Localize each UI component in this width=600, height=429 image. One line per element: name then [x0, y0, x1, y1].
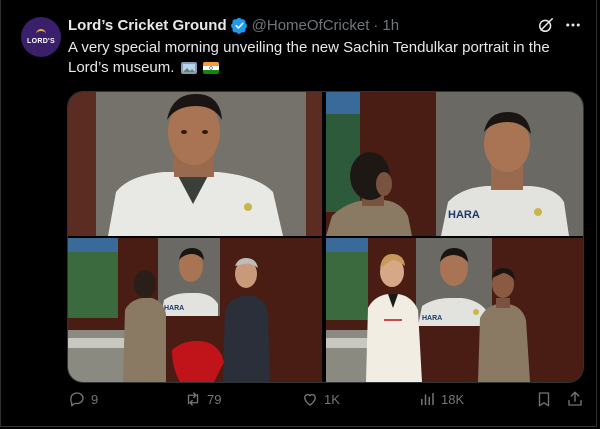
share-icon	[568, 391, 582, 406]
heart-icon	[304, 393, 316, 406]
bookmark-icon	[538, 392, 550, 407]
tweet-body: A very special morning unveiling the new…	[68, 39, 550, 76]
reply-button[interactable]: 9	[68, 390, 98, 408]
verified-badge-icon[interactable]	[230, 17, 248, 34]
reply-icon	[70, 392, 84, 407]
repost-icon	[187, 392, 199, 406]
avatar-logo-text: LORD'S	[27, 38, 55, 45]
shirt-sponsor-text: HARA	[448, 209, 480, 221]
shirt-sponsor-text: HARA	[164, 305, 184, 312]
repost-button[interactable]: 79	[184, 390, 221, 408]
shirt-sponsor-text: HARA	[422, 315, 442, 322]
media-grid: HARA HARA HARA	[67, 91, 584, 383]
more-icon[interactable]	[564, 16, 582, 34]
framed-picture-emoji	[180, 62, 197, 74]
separator-dot: ·	[373, 16, 379, 34]
like-count: 1K	[324, 391, 340, 407]
media-photo-1[interactable]	[68, 92, 322, 236]
media-photo-3[interactable]: HARA	[68, 238, 322, 382]
like-button[interactable]: 1K	[301, 390, 340, 408]
media-photo-2[interactable]: HARA	[326, 92, 583, 236]
tweet-header: Lord’s Cricket Ground @HomeOfCricket · 1…	[68, 14, 399, 36]
media-photo-4[interactable]: HARA	[326, 238, 583, 382]
reply-count: 9	[91, 391, 99, 407]
india-flag-emoji	[202, 62, 219, 74]
grok-icon[interactable]	[536, 15, 556, 35]
views-count: 18K	[441, 391, 465, 407]
avatar[interactable]: LORD'S	[21, 17, 61, 57]
handle[interactable]: @HomeOfCricket	[252, 17, 370, 34]
views-icon	[421, 393, 434, 405]
display-name[interactable]: Lord’s Cricket Ground	[68, 17, 227, 34]
views-button[interactable]: 18K	[418, 390, 464, 408]
crest-icon	[36, 29, 46, 37]
action-bar: 9 79 1K 18K	[0, 390, 600, 416]
repost-count: 79	[207, 391, 222, 407]
share-button[interactable]	[566, 390, 589, 408]
tweet-text: A very special morning unveiling the new…	[68, 38, 578, 78]
bookmark-button[interactable]	[535, 390, 558, 408]
timestamp[interactable]: 1h	[382, 17, 399, 34]
